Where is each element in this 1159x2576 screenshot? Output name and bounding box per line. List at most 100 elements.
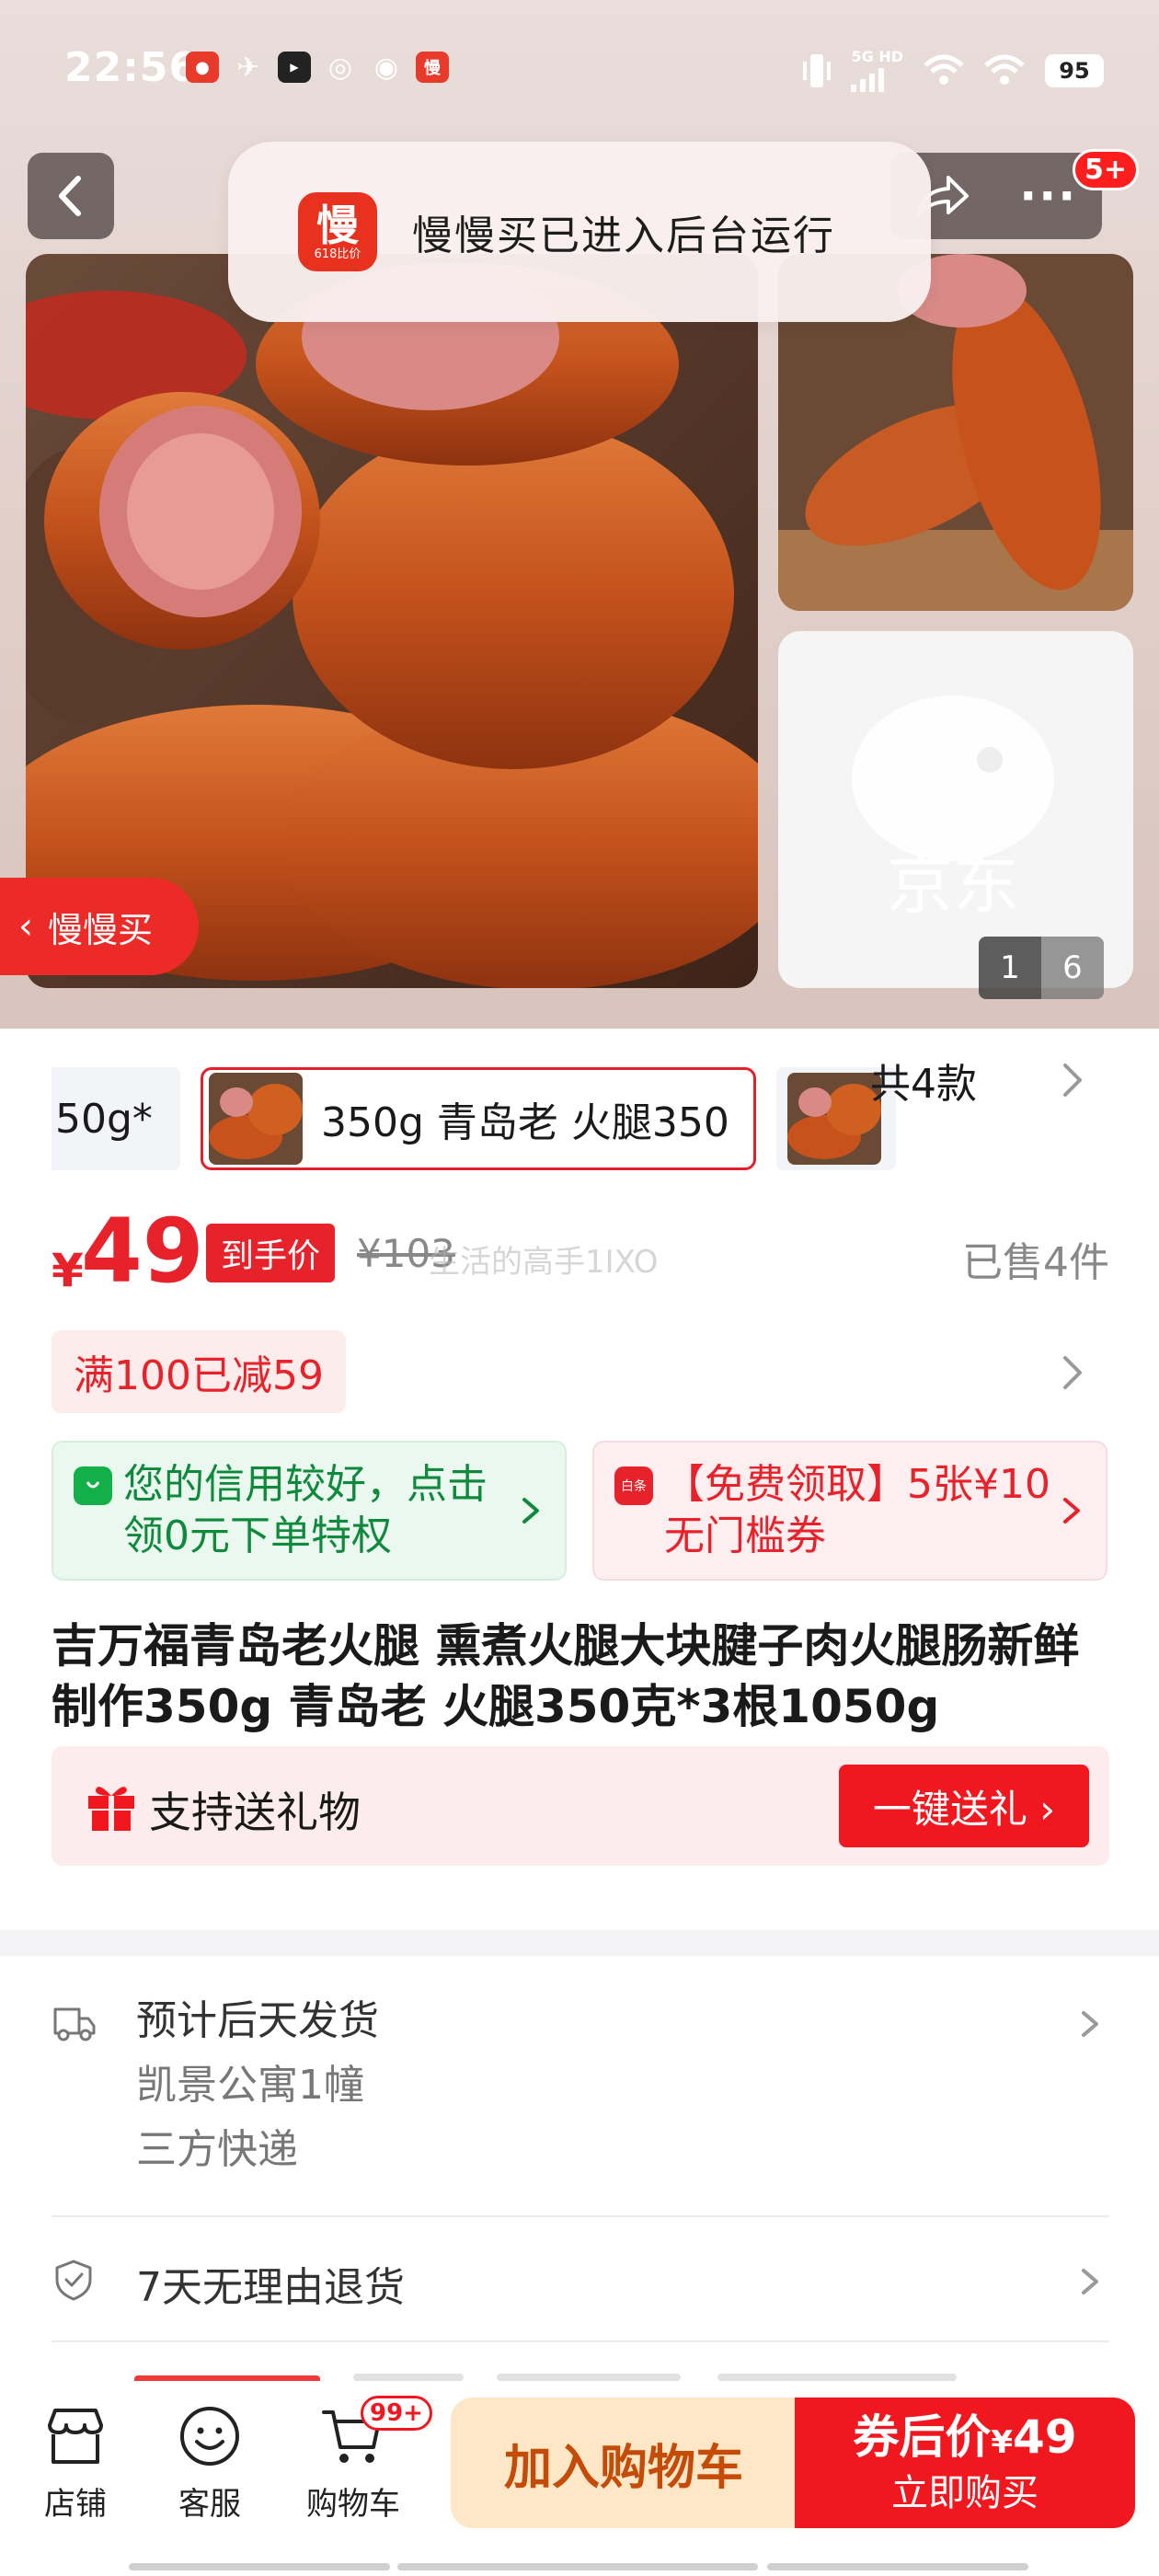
shield-check-icon [55, 2260, 92, 2301]
cart-label: 购物车 [306, 2486, 400, 2523]
gesture-bar [767, 2563, 1028, 2570]
chevron-right-icon[interactable] [1054, 1052, 1091, 1108]
buy-price-prefix: 券后价 [853, 2410, 992, 2464]
battery-indicator: 95 [1045, 54, 1104, 87]
cart-count-badge: 99+ [361, 2396, 432, 2431]
divider [52, 2215, 1109, 2217]
variant-count[interactable]: 共4款 [870, 1051, 977, 1110]
truck-icon [53, 2007, 96, 2041]
coupon-card[interactable]: 白条 【免费领取】5张¥10无门槛券 [592, 1441, 1107, 1581]
shopping-bag-icon [74, 1466, 112, 1505]
partially-hidden-text [497, 2374, 681, 2381]
slow-buy-logo-icon: 慢 618比价 [298, 192, 377, 271]
gift-icon [88, 1787, 134, 1831]
chevron-right-icon [522, 1498, 539, 1524]
customer-service-tab[interactable]: 客服 [145, 2401, 274, 2530]
status-bar: 22:56 ● ✈ ▶ ◎ ◉ 慢 5G HD 95 [0, 37, 1159, 110]
chevron-left-icon: ‹ [18, 905, 33, 948]
service-label: 客服 [178, 2486, 241, 2523]
price-amount: 49 [81, 1200, 204, 1303]
variant-selected-label: 350g 青岛老 火腿350 [321, 1099, 729, 1146]
cart-tab[interactable]: 99+ 购物车 [289, 2396, 432, 2530]
add-to-cart-button[interactable]: 加入购物车 [451, 2398, 797, 2528]
smiley-icon [180, 2407, 239, 2466]
watermark-text: 生活的高手1IXO [429, 1244, 659, 1281]
section-separator [0, 1930, 1159, 1956]
network-type: 5G HD [851, 48, 903, 65]
buy-now-button[interactable]: 券后价¥49 立即购买 [795, 2398, 1135, 2528]
buy-price-line: 券后价¥49 [853, 2409, 1076, 2470]
toast-logo-char: 慢 [316, 201, 359, 250]
app-red-icon: ● [186, 52, 219, 83]
bottom-action-bar: 店铺 客服 99+ 购物车 加入购物车 券后价¥49 立即购买 [0, 2381, 1159, 2576]
shipping-address: 凯景公寓1幢 [136, 2062, 364, 2109]
chevron-right-icon [1063, 1498, 1080, 1524]
store-icon [48, 2409, 103, 2464]
divider [52, 2340, 1109, 2342]
variant-prev-label: 50g* [55, 1095, 153, 1143]
coupon-text: 【免费领取】5张¥10无门槛券 [664, 1461, 1050, 1559]
credit-privilege-card[interactable]: 您的信用较好，点击领0元下单特权 [52, 1441, 567, 1581]
buy-now-label: 立即购买 [891, 2472, 1039, 2514]
more-icon[interactable]: ··· [1019, 169, 1077, 223]
partially-hidden-text [717, 2374, 957, 2381]
send-gift-button[interactable]: 一键送礼 › [839, 1765, 1089, 1847]
slow-buy-app-icon: 慢 [416, 52, 449, 83]
gift-label: 支持送礼物 [149, 1788, 361, 1837]
shop-tab[interactable]: 店铺 [11, 2401, 140, 2530]
buy-price-amount: 49 [1013, 2410, 1077, 2464]
image-counter-total: 6 [1041, 937, 1104, 999]
background-toast: 慢 618比价 慢慢买已进入后台运行 [228, 142, 931, 322]
price-currency: ¥ [52, 1244, 84, 1297]
final-price-tag: 到手价 [206, 1224, 336, 1282]
gift-banner: 支持送礼物 一键送礼 › [52, 1746, 1109, 1866]
shop-label: 店铺 [44, 2486, 107, 2523]
notification-icons: ● ✈ ▶ ◎ ◉ 慢 [186, 51, 449, 84]
returns-row[interactable]: 7天无理由退货 [0, 2254, 1159, 2311]
toast-message: 慢慢买已进入后台运行 [412, 213, 835, 259]
product-hero: 京东 1 6 ‹ 慢慢买 22:56 ● ✈ ▶ ◎ ◉ 慢 5G HD 95 … [0, 0, 1159, 1029]
product-title: 吉万福青岛老火腿 熏煮火腿大块腱子肉火腿肠新鲜制作350g 青岛老 火腿350克… [52, 1619, 1080, 1733]
partially-hidden-text [353, 2374, 464, 2381]
shipping-carrier: 三方快递 [136, 2126, 298, 2173]
gesture-bar [397, 2563, 758, 2570]
status-time: 22:56 [64, 44, 199, 91]
wifi-icon [924, 54, 964, 85]
slow-buy-tag-label: 慢慢买 [48, 909, 154, 950]
chevron-left-icon [59, 176, 81, 216]
sold-count: 已售4件 [962, 1239, 1109, 1286]
gesture-bar [129, 2563, 390, 2570]
variant-option-selected[interactable]: 350g 青岛老 火腿350 [201, 1067, 756, 1170]
bird-icon: ✈ [236, 51, 260, 84]
image-counter: 1 6 [979, 937, 1104, 999]
back-button[interactable] [28, 153, 114, 239]
message-badge: 5+ [1072, 149, 1139, 190]
vibrate-icon [803, 54, 832, 87]
shipping-estimate: 预计后天发货 [136, 1997, 379, 2044]
variant-thumbnail [209, 1073, 303, 1165]
chevron-right-icon [1082, 2269, 1098, 2294]
variant-option-prev[interactable]: 50g* [52, 1067, 180, 1170]
watermark-text: 京东 [887, 845, 1019, 923]
baitiao-icon: 白条 [614, 1466, 653, 1505]
leaf-icon: ◎ [327, 51, 353, 84]
wifi-icon [984, 54, 1025, 85]
credit-privilege-text: 您的信用较好，点击领0元下单特权 [123, 1461, 488, 1559]
jd-watermark-icon: 京东 [852, 696, 1054, 923]
image-counter-current: 1 [979, 937, 1041, 999]
chevron-right-icon[interactable] [1054, 1345, 1091, 1400]
product-image-placeholder[interactable]: 京东 [778, 631, 1133, 988]
promo-badge[interactable]: 满100已减59 [52, 1330, 346, 1413]
returns-policy: 7天无理由退货 [136, 2264, 405, 2311]
variant-selector: 50g* 350g 青岛老 火腿350 共4款 [0, 1029, 1159, 1209]
signal-icon [851, 64, 885, 92]
buy-price-currency: ¥ [991, 2424, 1014, 2461]
weibo-icon: ◉ [373, 51, 399, 84]
slow-buy-side-tag[interactable]: ‹ 慢慢买 [0, 878, 199, 975]
chevron-right-icon [1082, 2011, 1098, 2037]
variant-thumbnail [787, 1073, 881, 1165]
shipping-row[interactable]: 预计后天发货 凯景公寓1幢 三方快递 [0, 1987, 1159, 2173]
price-row: ¥ 49 到手价 ¥103 生活的高手1IXO 已售4件 [52, 1205, 1109, 1297]
video-app-icon: ▶ [278, 52, 311, 83]
toast-logo-sub: 618比价 [314, 247, 361, 261]
